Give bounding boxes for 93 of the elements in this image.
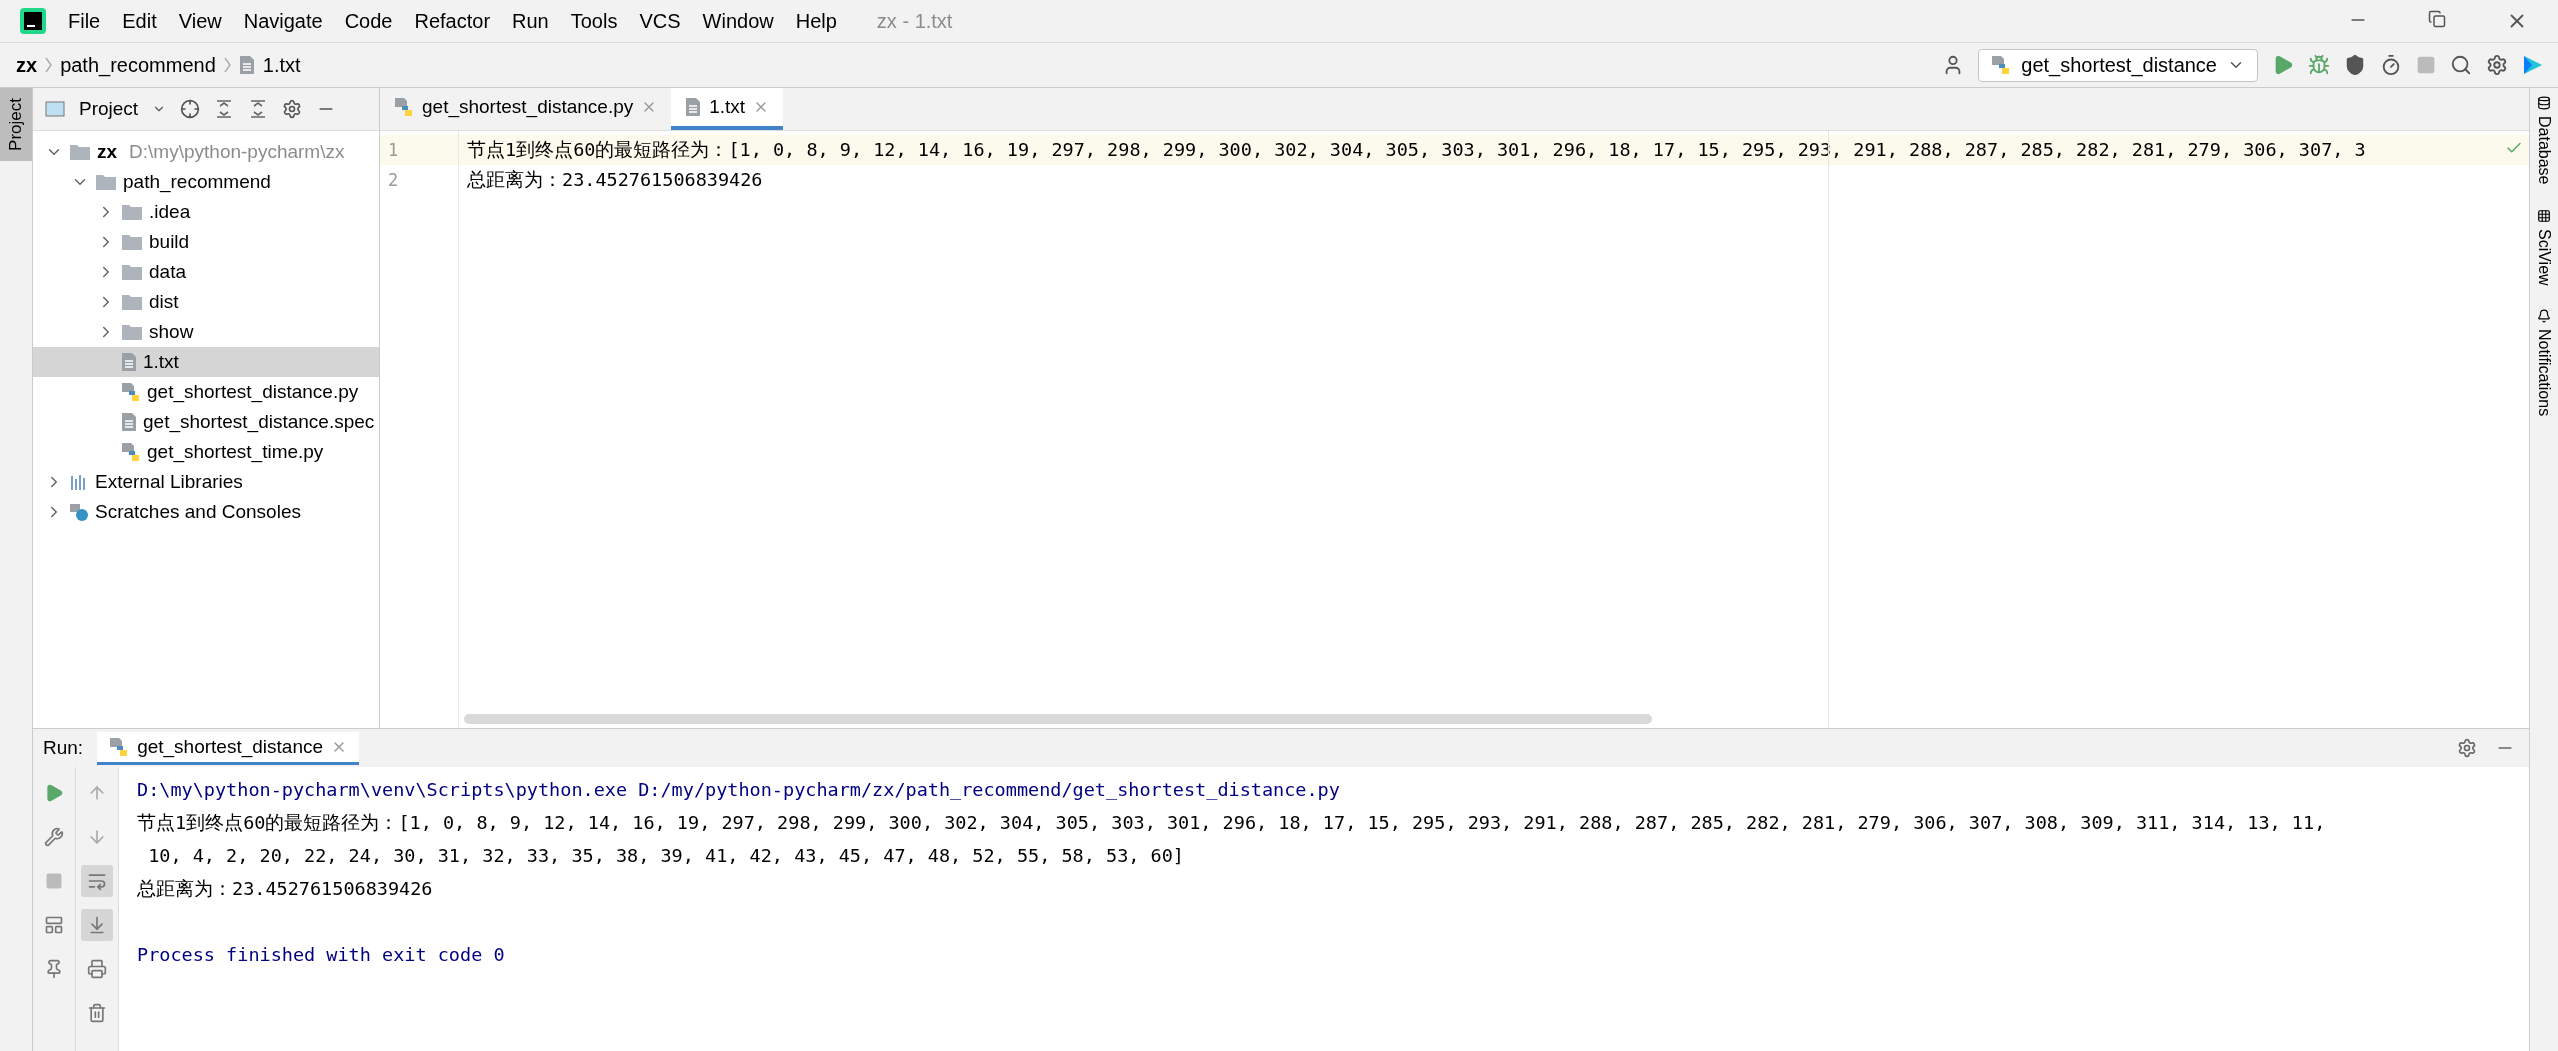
tree-item[interactable]: Scratches and Consoles bbox=[33, 497, 379, 527]
text-file-icon bbox=[238, 55, 255, 75]
console-line: Process finished with exit code 0 bbox=[137, 943, 506, 967]
project-path: D:\my\python-pycharm\zx bbox=[129, 141, 345, 163]
window-title: zx - 1.txt bbox=[876, 9, 953, 33]
tool-window-tab[interactable]: Project bbox=[0, 88, 32, 161]
python-file-icon bbox=[121, 442, 141, 462]
panel-icon bbox=[45, 101, 65, 117]
profile-icon[interactable] bbox=[2380, 54, 2402, 76]
breadcrumb-item[interactable]: zx bbox=[16, 53, 38, 77]
app-logo bbox=[20, 8, 46, 34]
console-line: D:\my\python-pycharm\venv\Scripts\python.exe D:/my/python-pycharm/zx/path_recommend/get_shortest_distance.py bbox=[137, 778, 1341, 802]
folder-icon bbox=[69, 143, 91, 161]
line-number: 2 bbox=[387, 169, 400, 192]
tree-item[interactable]: .idea bbox=[33, 197, 379, 227]
folder-icon bbox=[121, 323, 143, 341]
chevron-right-icon bbox=[223, 57, 231, 73]
python-file-icon bbox=[121, 382, 141, 402]
tree-item[interactable]: data bbox=[33, 257, 379, 287]
tool-window-tab[interactable]: Notifications bbox=[2535, 309, 2553, 417]
bell-icon bbox=[2537, 309, 2551, 324]
menu-item[interactable]: File bbox=[68, 9, 101, 33]
breadcrumb-item[interactable]: path_recommend bbox=[60, 53, 216, 77]
python-file-icon bbox=[109, 736, 130, 757]
folder-icon bbox=[121, 293, 143, 311]
panel-title[interactable]: Project bbox=[79, 98, 139, 120]
printer-icon bbox=[87, 959, 107, 979]
pin-icon bbox=[44, 959, 64, 979]
folder-icon bbox=[121, 263, 143, 281]
tree-item[interactable]: get_shortest_distance.spec bbox=[33, 407, 379, 437]
menu-item[interactable]: Run bbox=[512, 9, 549, 33]
wrap-icon bbox=[87, 871, 107, 891]
menu-item[interactable]: Tools bbox=[570, 9, 618, 33]
menu-item[interactable]: View bbox=[178, 9, 222, 33]
editor-tab[interactable]: get_shortest_distance.py bbox=[380, 88, 672, 130]
run-label: Run: bbox=[43, 737, 84, 759]
tree-item[interactable]: show bbox=[33, 317, 379, 347]
menu-item[interactable]: Edit bbox=[122, 9, 157, 33]
soft-wrap-button[interactable] bbox=[81, 865, 113, 897]
layout-icon bbox=[44, 915, 64, 935]
coverage-icon[interactable] bbox=[2344, 54, 2366, 76]
console-line: 节点1到终点60的最短路径为：[1, 0, 8, 9, 12, 14, 16, 19, 297, 298, 299, 300, 302, 304, 305, 303, 301, 296, 18, 17, 15, 295, 293, 291, 288, 287, 285, 282, 281, 279, 306, 307, 308, 309, 311, 314, 13, 11, bbox=[137, 811, 2327, 835]
text-file-icon bbox=[121, 412, 137, 432]
console-line: 总距离为：23.452761506839426 bbox=[137, 877, 434, 901]
run-config-dropdown[interactable]: get_shortest_distance bbox=[1978, 48, 2258, 82]
scrollbar[interactable] bbox=[464, 714, 1652, 724]
tree-item[interactable]: dist bbox=[33, 287, 379, 317]
locate-icon[interactable] bbox=[180, 99, 201, 119]
scroll-down-icon bbox=[87, 915, 107, 935]
console-line: 10, 4, 2, 20, 22, 24, 30, 31, 32, 33, 35, 38, 39, 41, 42, 43, 45, 47, 48, 52, 55, 58, 53, 60] bbox=[147, 844, 1185, 868]
search-icon[interactable] bbox=[2450, 54, 2472, 76]
tree-item[interactable]: zx D:\my\python-pycharm\zx bbox=[33, 137, 379, 167]
scratches-icon bbox=[69, 502, 89, 522]
settings-icon[interactable] bbox=[2457, 738, 2477, 758]
menu-item[interactable]: VCS bbox=[639, 9, 681, 33]
run-tab[interactable]: get_shortest_distance bbox=[97, 731, 360, 765]
trash-icon bbox=[87, 1003, 107, 1023]
breadcrumb-item[interactable]: 1.txt bbox=[262, 53, 301, 77]
menu-item[interactable]: Code bbox=[344, 9, 393, 33]
database-icon bbox=[2537, 96, 2551, 110]
text-file-icon bbox=[685, 97, 702, 117]
tool-window-tab[interactable]: SciView bbox=[2535, 208, 2553, 286]
tree-item[interactable]: build bbox=[33, 227, 379, 257]
toolbox-logo-icon[interactable] bbox=[2522, 54, 2544, 76]
chevron-right-icon bbox=[45, 57, 53, 73]
editor-tab[interactable]: 1.txt bbox=[671, 88, 784, 130]
python-file-icon bbox=[1991, 55, 2012, 75]
menu-item[interactable]: Navigate bbox=[243, 9, 323, 33]
menu-item[interactable]: Refactor bbox=[414, 9, 491, 33]
folder-icon bbox=[121, 203, 143, 221]
debug-icon[interactable] bbox=[2308, 54, 2330, 76]
scroll-to-end-button[interactable] bbox=[81, 909, 113, 941]
tree-item[interactable]: get_shortest_distance.py bbox=[33, 377, 379, 407]
tool-window-tab[interactable]: Database bbox=[2535, 96, 2553, 185]
wrench-icon bbox=[44, 827, 64, 847]
tree-item[interactable]: 1.txt bbox=[33, 347, 379, 377]
python-file-icon bbox=[394, 97, 414, 117]
menu-item[interactable]: Help bbox=[795, 9, 837, 33]
folder-icon bbox=[95, 173, 117, 191]
settings-icon[interactable] bbox=[2486, 54, 2508, 76]
line-number: 1 bbox=[380, 135, 458, 165]
code-line: 总距离为：23.452761506839426 bbox=[466, 168, 764, 192]
tree-item[interactable]: path_recommend bbox=[33, 167, 379, 197]
stop-icon bbox=[45, 872, 63, 890]
settings-icon[interactable] bbox=[282, 99, 303, 119]
tree-item[interactable]: External Libraries bbox=[33, 467, 379, 497]
restore-button[interactable] bbox=[2428, 10, 2446, 28]
play-icon bbox=[44, 783, 64, 803]
text-file-icon bbox=[121, 352, 137, 372]
tree-item[interactable]: get_shortest_time.py bbox=[33, 437, 379, 467]
menu-item[interactable]: Window bbox=[702, 9, 774, 33]
folder-icon bbox=[121, 233, 143, 251]
grid-icon bbox=[2537, 208, 2551, 223]
